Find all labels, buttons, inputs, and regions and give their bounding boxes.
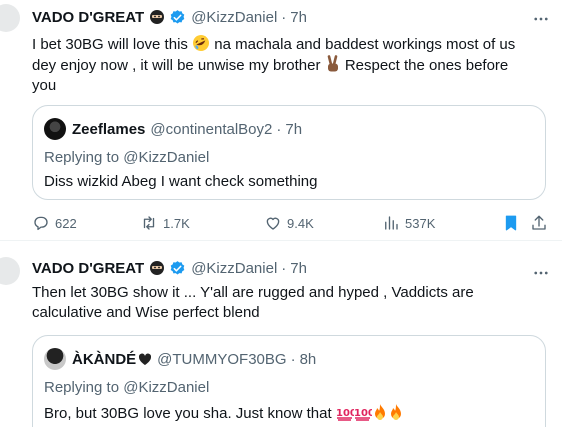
avatar[interactable] xyxy=(44,348,66,370)
quoted-tweet-text: Diss wizkid Abeg I want check something xyxy=(44,173,318,190)
quoted-tweet[interactable]: Zeeflames @continentalBoy2 · 7h Replying… xyxy=(32,105,546,200)
tweet-text-line: you xyxy=(32,77,57,94)
timestamp[interactable]: 7h xyxy=(290,9,307,26)
victory-hand-emoji xyxy=(327,55,338,72)
tweet-text-line: Respect the ones before xyxy=(344,57,509,74)
author-handle[interactable]: @KizzDaniel xyxy=(191,9,277,26)
more-icon xyxy=(534,17,548,21)
tweet-header: VADO D'GREAT @KizzDaniel · 7h xyxy=(32,6,307,28)
separator-dot: · xyxy=(290,350,296,368)
separator-dot: · xyxy=(281,8,287,26)
more-options-button[interactable] xyxy=(530,8,552,30)
author-handle[interactable]: @KizzDaniel xyxy=(191,260,277,277)
reply-button[interactable]: 622 xyxy=(32,211,77,235)
tweet-text-line: I bet 30BG will love this xyxy=(32,36,188,53)
bookmark-icon xyxy=(505,215,517,231)
tweet-text: I bet 30BG will love this na machala and… xyxy=(32,34,552,96)
quoted-author-handle[interactable]: @TUMMYOF30BG xyxy=(157,351,286,368)
reply-count: 622 xyxy=(55,215,77,231)
like-button[interactable]: 9.4K xyxy=(264,211,314,235)
tweet-text: Then let 30BG show it ... Y'all are rugg… xyxy=(32,283,552,323)
more-icon xyxy=(534,271,548,275)
quoted-tweet-header: ÀKÀNDÉ @TUMMYOF30BG · 8h xyxy=(44,348,316,370)
quoted-author-name[interactable]: ÀKÀNDÉ xyxy=(72,351,136,368)
quoted-tweet-header: Zeeflames @continentalBoy2 · 7h xyxy=(44,118,302,140)
rolling-laughing-emoji xyxy=(193,35,210,51)
quoted-author-name[interactable]: Zeeflames xyxy=(72,121,145,138)
separator-dot: · xyxy=(281,259,287,277)
replying-to[interactable]: Replying to @KizzDaniel xyxy=(44,149,209,166)
avatar[interactable] xyxy=(0,4,20,32)
tweet-text-line: calculative and Wise perfect blend xyxy=(32,304,260,321)
quoted-author-handle[interactable]: @continentalBoy2 xyxy=(150,121,272,138)
tweet-text-line: na machala and baddest workings most of … xyxy=(214,36,516,53)
views-button[interactable]: 537K xyxy=(382,211,435,235)
like-count: 9.4K xyxy=(287,215,314,231)
tweet-text-line: dey enjoy now , it will be unwise my bro… xyxy=(32,57,321,74)
hundred-points-emoji: 100 xyxy=(336,408,354,421)
more-options-button[interactable] xyxy=(530,262,552,284)
author-name[interactable]: VADO D'GREAT xyxy=(32,9,144,26)
tweet-actions: 622 1.7K 9.4K 537K xyxy=(32,211,552,235)
quoted-tweet[interactable]: ÀKÀNDÉ @TUMMYOF30BG · 8h Replying to @Ki… xyxy=(32,335,546,427)
verified-badge-icon xyxy=(170,9,185,24)
tweet-text-line: Then let 30BG show it ... Y'all are rugg… xyxy=(32,284,474,301)
heart-icon xyxy=(266,217,280,230)
avatar[interactable] xyxy=(44,118,66,140)
tweet-header: VADO D'GREAT @KizzDaniel · 7h xyxy=(32,257,307,279)
share-icon xyxy=(532,215,546,230)
quoted-timestamp[interactable]: 7h xyxy=(285,121,302,138)
views-count: 537K xyxy=(405,215,436,231)
retweet-count: 1.7K xyxy=(163,215,190,231)
timestamp[interactable]: 7h xyxy=(290,260,307,277)
reply-icon xyxy=(34,216,48,231)
ninja-icon xyxy=(150,10,165,24)
tweet[interactable]: VADO D'GREAT @KizzDaniel · 7h I bet 30BG… xyxy=(0,0,562,240)
share-button[interactable] xyxy=(530,211,548,235)
quoted-timestamp[interactable]: 8h xyxy=(300,351,317,368)
views-chart-icon xyxy=(385,216,398,230)
replying-to[interactable]: Replying to @KizzDaniel xyxy=(44,379,209,396)
bookmark-button[interactable] xyxy=(502,211,520,235)
separator-dot: · xyxy=(276,120,282,138)
black-heart-icon xyxy=(139,353,152,365)
ninja-icon xyxy=(150,261,165,275)
fire-emoji xyxy=(390,404,401,420)
quoted-tweet-text-wrap: Bro, but 30BG love you sha. Just know th… xyxy=(44,403,404,422)
hundred-points-emoji: 100 xyxy=(354,408,372,421)
retweet-icon xyxy=(143,216,155,230)
fire-emoji xyxy=(374,404,385,420)
author-name[interactable]: VADO D'GREAT xyxy=(32,260,144,277)
retweet-button[interactable]: 1.7K xyxy=(140,211,190,235)
verified-badge-icon xyxy=(170,260,185,275)
avatar[interactable] xyxy=(0,257,20,285)
quoted-tweet-text: Bro, but 30BG love you sha. Just know th… xyxy=(44,405,332,422)
